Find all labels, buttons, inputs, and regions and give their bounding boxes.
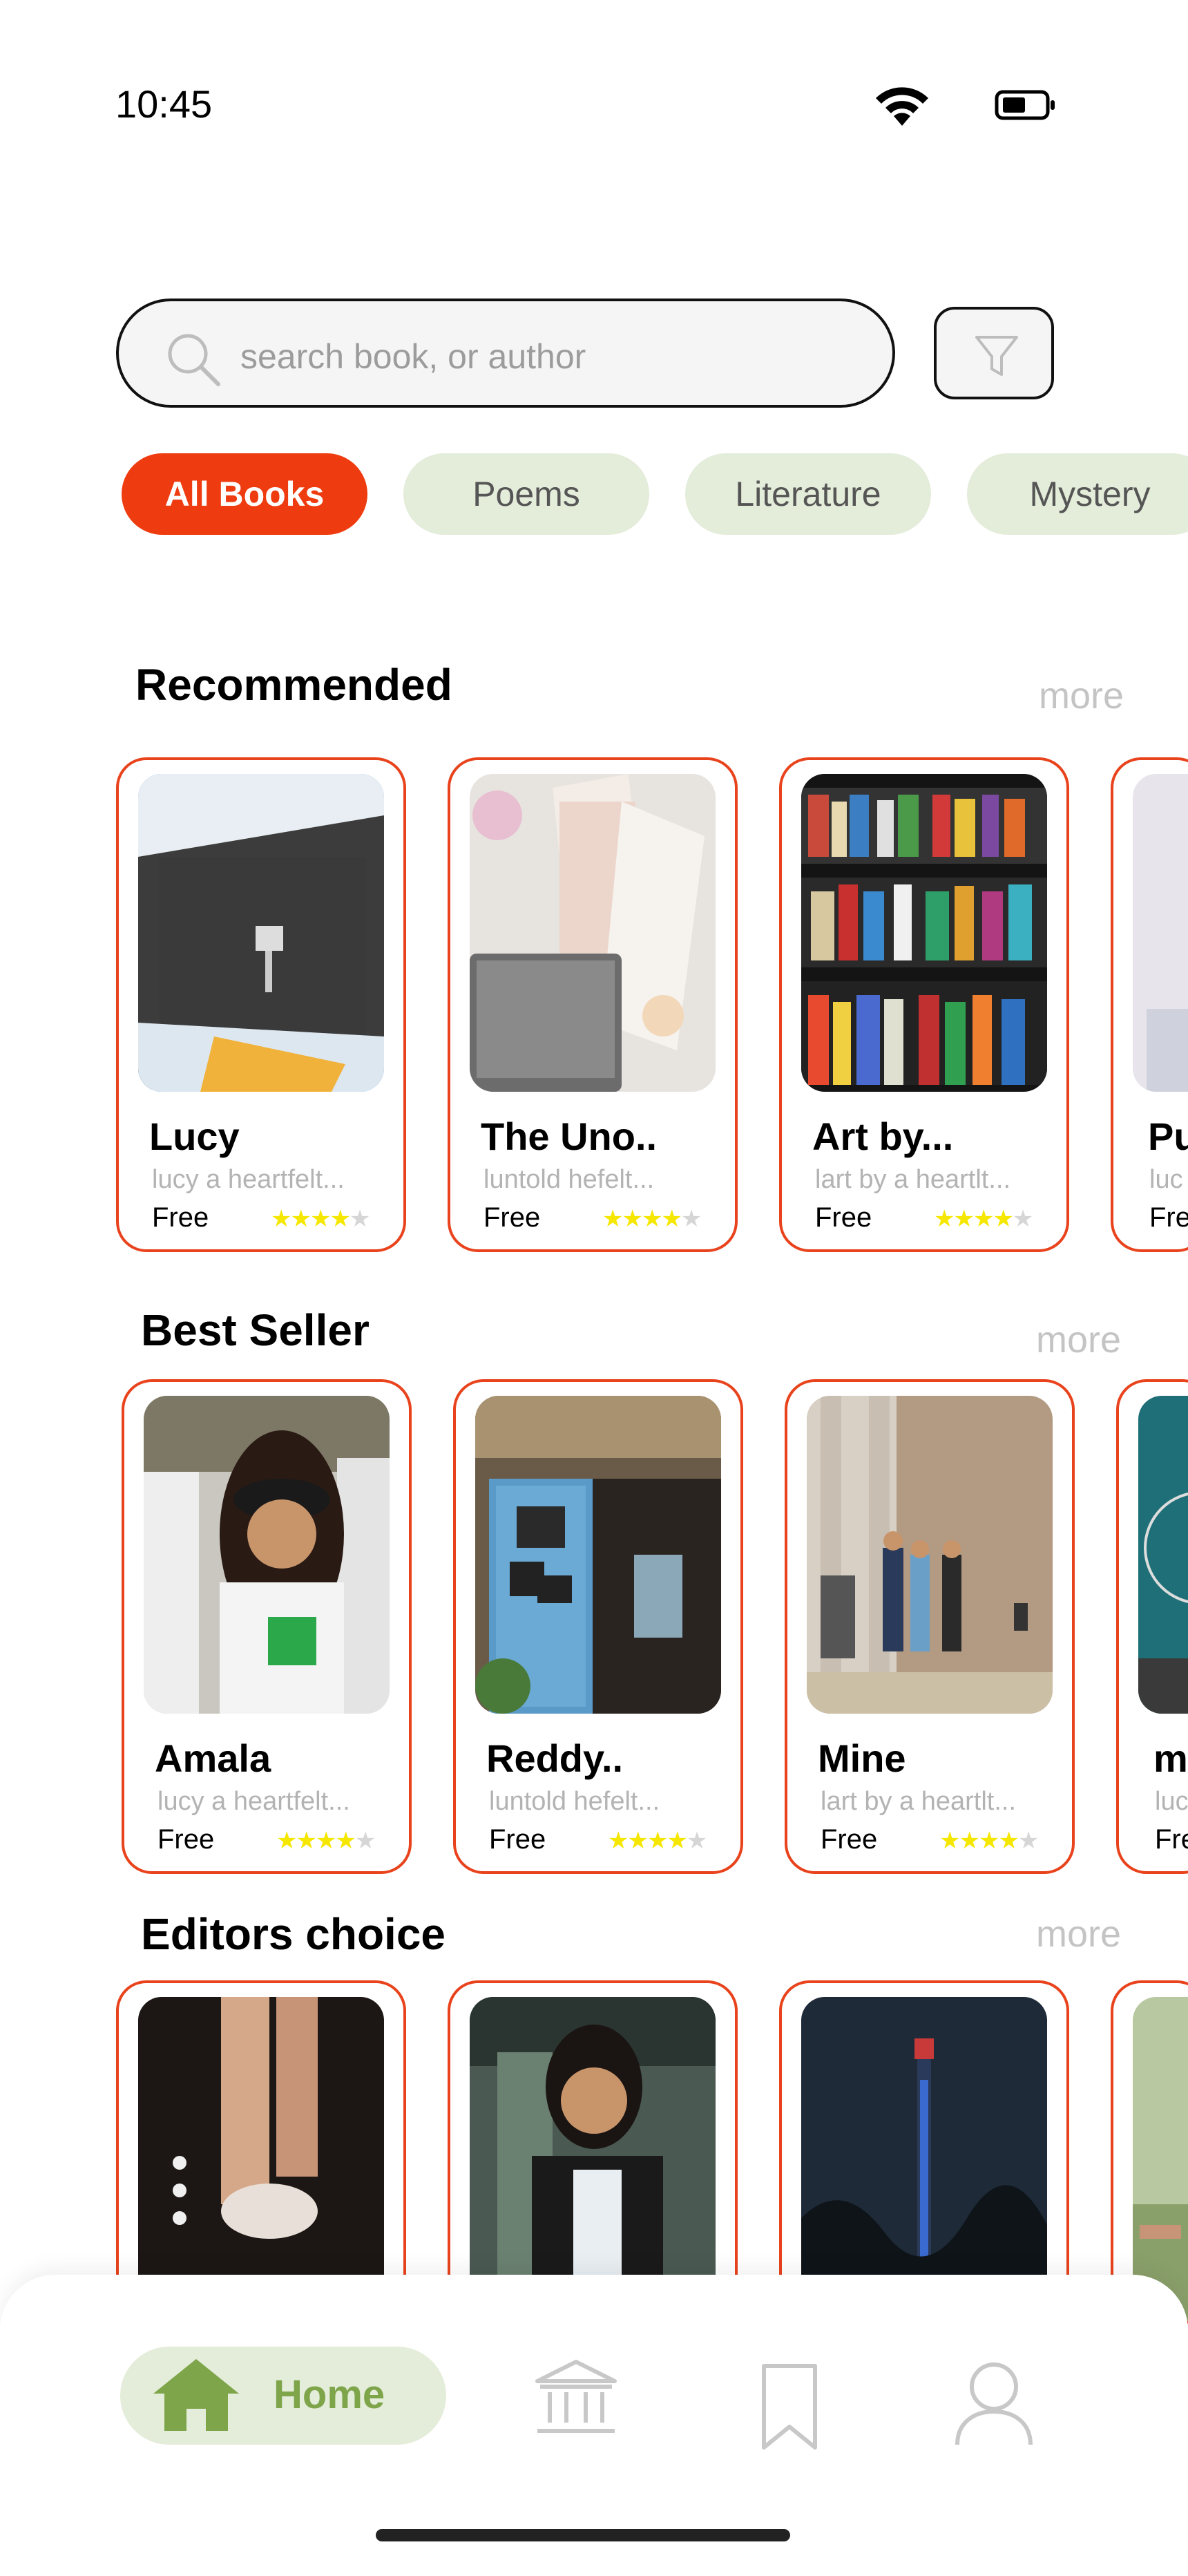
book-title: Reddy.. [486, 1736, 624, 1780]
more-link-best-seller[interactable]: more [1036, 1318, 1121, 1361]
book-card[interactable]: Pu luc Fre [1111, 757, 1188, 1252]
bookmark-icon[interactable] [760, 2363, 819, 2452]
status-time: 10:45 [115, 82, 213, 126]
category-chip-all-books[interactable]: All Books [122, 453, 367, 535]
book-card[interactable]: Reddy.. luntold hefelt... Free ★★★★★ [453, 1379, 743, 1874]
book-title: The Uno.. [481, 1115, 658, 1158]
book-price: Free [821, 1824, 878, 1855]
book-subtitle: lart by a heartlt... [815, 1165, 1011, 1194]
rating-stars: ★★★★★ [602, 1206, 702, 1232]
book-price: Free [483, 1202, 541, 1233]
book-price: Fre [1149, 1202, 1188, 1233]
book-title: Mine [818, 1736, 906, 1780]
book-cover [475, 1396, 721, 1714]
book-cover [470, 774, 716, 1092]
book-subtitle: luc [1155, 1787, 1188, 1816]
rating-stars: ★★★★★ [608, 1828, 707, 1854]
book-price: Fre [1155, 1824, 1188, 1855]
book-cover [138, 774, 384, 1092]
search-input[interactable] [240, 329, 862, 384]
book-title: Pu [1148, 1115, 1188, 1158]
book-cover [144, 1396, 390, 1714]
section-title-editors-choice: Editors choice [141, 1909, 446, 1959]
book-title: Lucy [149, 1115, 240, 1158]
book-subtitle: lart by a heartlt... [821, 1787, 1017, 1816]
more-link-recommended[interactable]: more [1039, 674, 1124, 717]
library-icon[interactable] [535, 2359, 617, 2436]
section-title-recommended: Recommended [135, 660, 452, 710]
nav-home-label: Home [274, 2372, 385, 2417]
book-cover [801, 774, 1047, 1092]
book-price: Free [489, 1824, 546, 1855]
category-chip-poems[interactable]: Poems [403, 453, 649, 535]
book-price: Free [815, 1202, 872, 1233]
book-card[interactable]: The Uno.. luntold hefelt... Free ★★★★★ [448, 757, 738, 1252]
rating-stars: ★★★★★ [934, 1206, 1033, 1232]
rating-stars: ★★★★★ [271, 1206, 370, 1232]
book-card[interactable]: Art by... lart by a heartlt... Free ★★★★… [779, 757, 1069, 1252]
category-chip-literature[interactable]: Literature [685, 453, 931, 535]
book-subtitle: luntold hefelt... [483, 1165, 655, 1194]
book-price: Free [152, 1202, 209, 1233]
book-card[interactable] [779, 1980, 1069, 2326]
book-card[interactable]: Amala lucy a heartfelt... Free ★★★★★ [122, 1379, 412, 1874]
profile-icon[interactable] [953, 2360, 1035, 2446]
home-indicator [376, 2529, 790, 2541]
book-cover [1138, 1396, 1188, 1714]
book-title: Art by... [812, 1115, 954, 1158]
category-chip-mystery[interactable]: Mystery [967, 453, 1188, 535]
search-icon [168, 334, 220, 386]
book-title: Amala [155, 1736, 271, 1780]
filter-icon [975, 336, 1018, 376]
book-price: Free [157, 1824, 215, 1855]
book-subtitle: lucy a heartfelt... [157, 1787, 350, 1816]
wifi-icon [876, 87, 928, 126]
book-card[interactable]: Lucy lucy a heartfelt... Free ★★★★★ [116, 757, 406, 1252]
book-subtitle: luc [1149, 1165, 1183, 1194]
rating-stars: ★★★★★ [939, 1828, 1039, 1854]
book-card[interactable] [448, 1980, 738, 2326]
book-cover [807, 1396, 1053, 1714]
filter-button[interactable] [934, 307, 1054, 399]
book-title: m [1153, 1736, 1188, 1780]
book-subtitle: lucy a heartfelt... [152, 1165, 345, 1194]
more-link-editors-choice[interactable]: more [1036, 1913, 1121, 1955]
book-card[interactable] [116, 1980, 406, 2326]
book-subtitle: luntold hefelt... [489, 1787, 660, 1816]
battery-icon [995, 90, 1055, 120]
book-cover [1133, 774, 1188, 1092]
book-card[interactable] [1111, 1980, 1188, 2326]
section-title-best-seller: Best Seller [141, 1305, 370, 1355]
book-card[interactable]: m luc Fre [1116, 1379, 1188, 1874]
book-card[interactable]: Mine lart by a heartlt... Free ★★★★★ [785, 1379, 1075, 1874]
rating-stars: ★★★★★ [276, 1828, 376, 1854]
home-icon [153, 2359, 239, 2431]
